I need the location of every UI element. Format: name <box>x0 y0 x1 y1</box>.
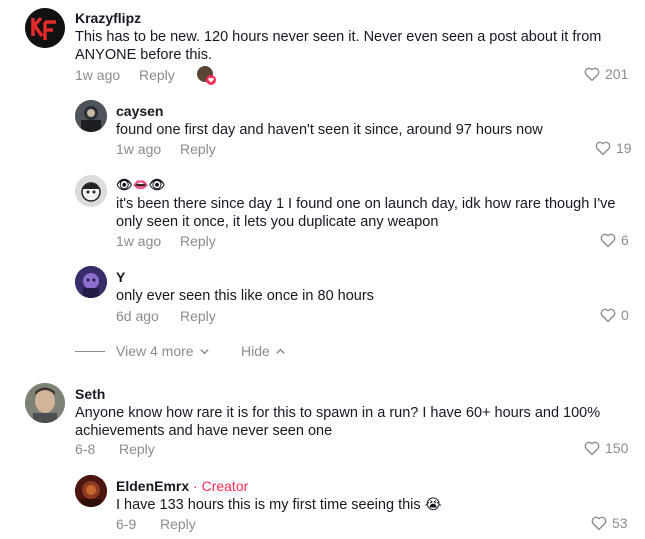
avatar[interactable] <box>75 475 107 507</box>
view-more-label: View 4 more <box>116 343 194 359</box>
like-button[interactable]: 150 <box>583 439 628 457</box>
avatar[interactable] <box>75 175 107 207</box>
reply-button[interactable]: Reply <box>180 233 216 249</box>
like-count: 0 <box>621 307 629 323</box>
comment-timestamp: 1w ago <box>75 67 121 83</box>
comment-text: Anyone know how rare it is for this to s… <box>75 405 601 439</box>
heart-outline-icon <box>591 516 607 531</box>
comment-timestamp: 6-8 <box>75 441 96 457</box>
reply-button[interactable]: Reply <box>180 308 216 324</box>
view-more-replies-button[interactable]: View 4 more <box>116 343 210 359</box>
like-button[interactable]: 201 <box>583 65 628 83</box>
hide-replies-button[interactable]: Hide <box>241 343 286 359</box>
comment-username[interactable]: Krazyflipz <box>75 10 141 26</box>
creator-liked-avatar <box>197 66 216 85</box>
avatar[interactable] <box>25 8 65 48</box>
hide-label: Hide <box>241 343 270 359</box>
creator-username[interactable]: EldenEmrx <box>116 478 189 494</box>
avatar[interactable] <box>75 266 107 298</box>
avatar[interactable] <box>75 100 107 132</box>
like-count: 19 <box>616 140 632 156</box>
heart-badge-icon <box>206 75 216 85</box>
comment-text: I have 133 hours this is my first time s… <box>116 497 442 513</box>
creator-badge: · Creator <box>193 478 249 494</box>
like-count: 201 <box>605 66 629 82</box>
heart-outline-icon <box>595 141 611 156</box>
comment-text: found one first day and haven't seen it … <box>116 122 543 138</box>
heart-outline-icon <box>600 308 616 323</box>
like-button[interactable]: 0 <box>599 306 629 324</box>
heart-outline-icon <box>584 441 600 456</box>
like-count: 150 <box>605 440 629 456</box>
comment-username[interactable]: caysen <box>116 103 163 119</box>
comment-timestamp: 6-9 <box>116 516 137 532</box>
comment-username[interactable]: Y <box>116 269 125 285</box>
comment-text: This has to be new. 120 hours never seen… <box>75 29 602 63</box>
comment-timestamp: 1w ago <box>116 141 162 157</box>
reply-button[interactable]: Reply <box>139 67 175 83</box>
like-count: 53 <box>612 515 628 531</box>
reply-button[interactable]: Reply <box>160 516 196 532</box>
comment-text: it's been there since day 1 I found one … <box>116 196 616 230</box>
comment-timestamp: 6d ago <box>116 308 159 324</box>
like-button[interactable]: 19 <box>594 139 632 157</box>
reply-button[interactable]: Reply <box>180 141 216 157</box>
like-button[interactable]: 53 <box>590 514 628 532</box>
like-count: 6 <box>621 232 629 248</box>
reply-button[interactable]: Reply <box>119 441 155 457</box>
chevron-up-icon <box>276 348 285 354</box>
comment-timestamp: 1w ago <box>116 233 162 249</box>
avatar[interactable] <box>25 383 65 423</box>
chevron-down-icon <box>199 348 209 354</box>
comment-text: only ever seen this like once in 80 hour… <box>116 288 374 304</box>
comment-username[interactable]: EldenEmrx · Creator <box>116 478 248 494</box>
heart-outline-icon <box>600 233 616 248</box>
comment-username[interactable]: 👁👄👁 <box>116 177 165 193</box>
comment-username[interactable]: Seth <box>75 386 105 402</box>
thread-divider <box>75 351 105 352</box>
like-button[interactable]: 6 <box>599 231 629 249</box>
heart-outline-icon <box>584 67 600 82</box>
